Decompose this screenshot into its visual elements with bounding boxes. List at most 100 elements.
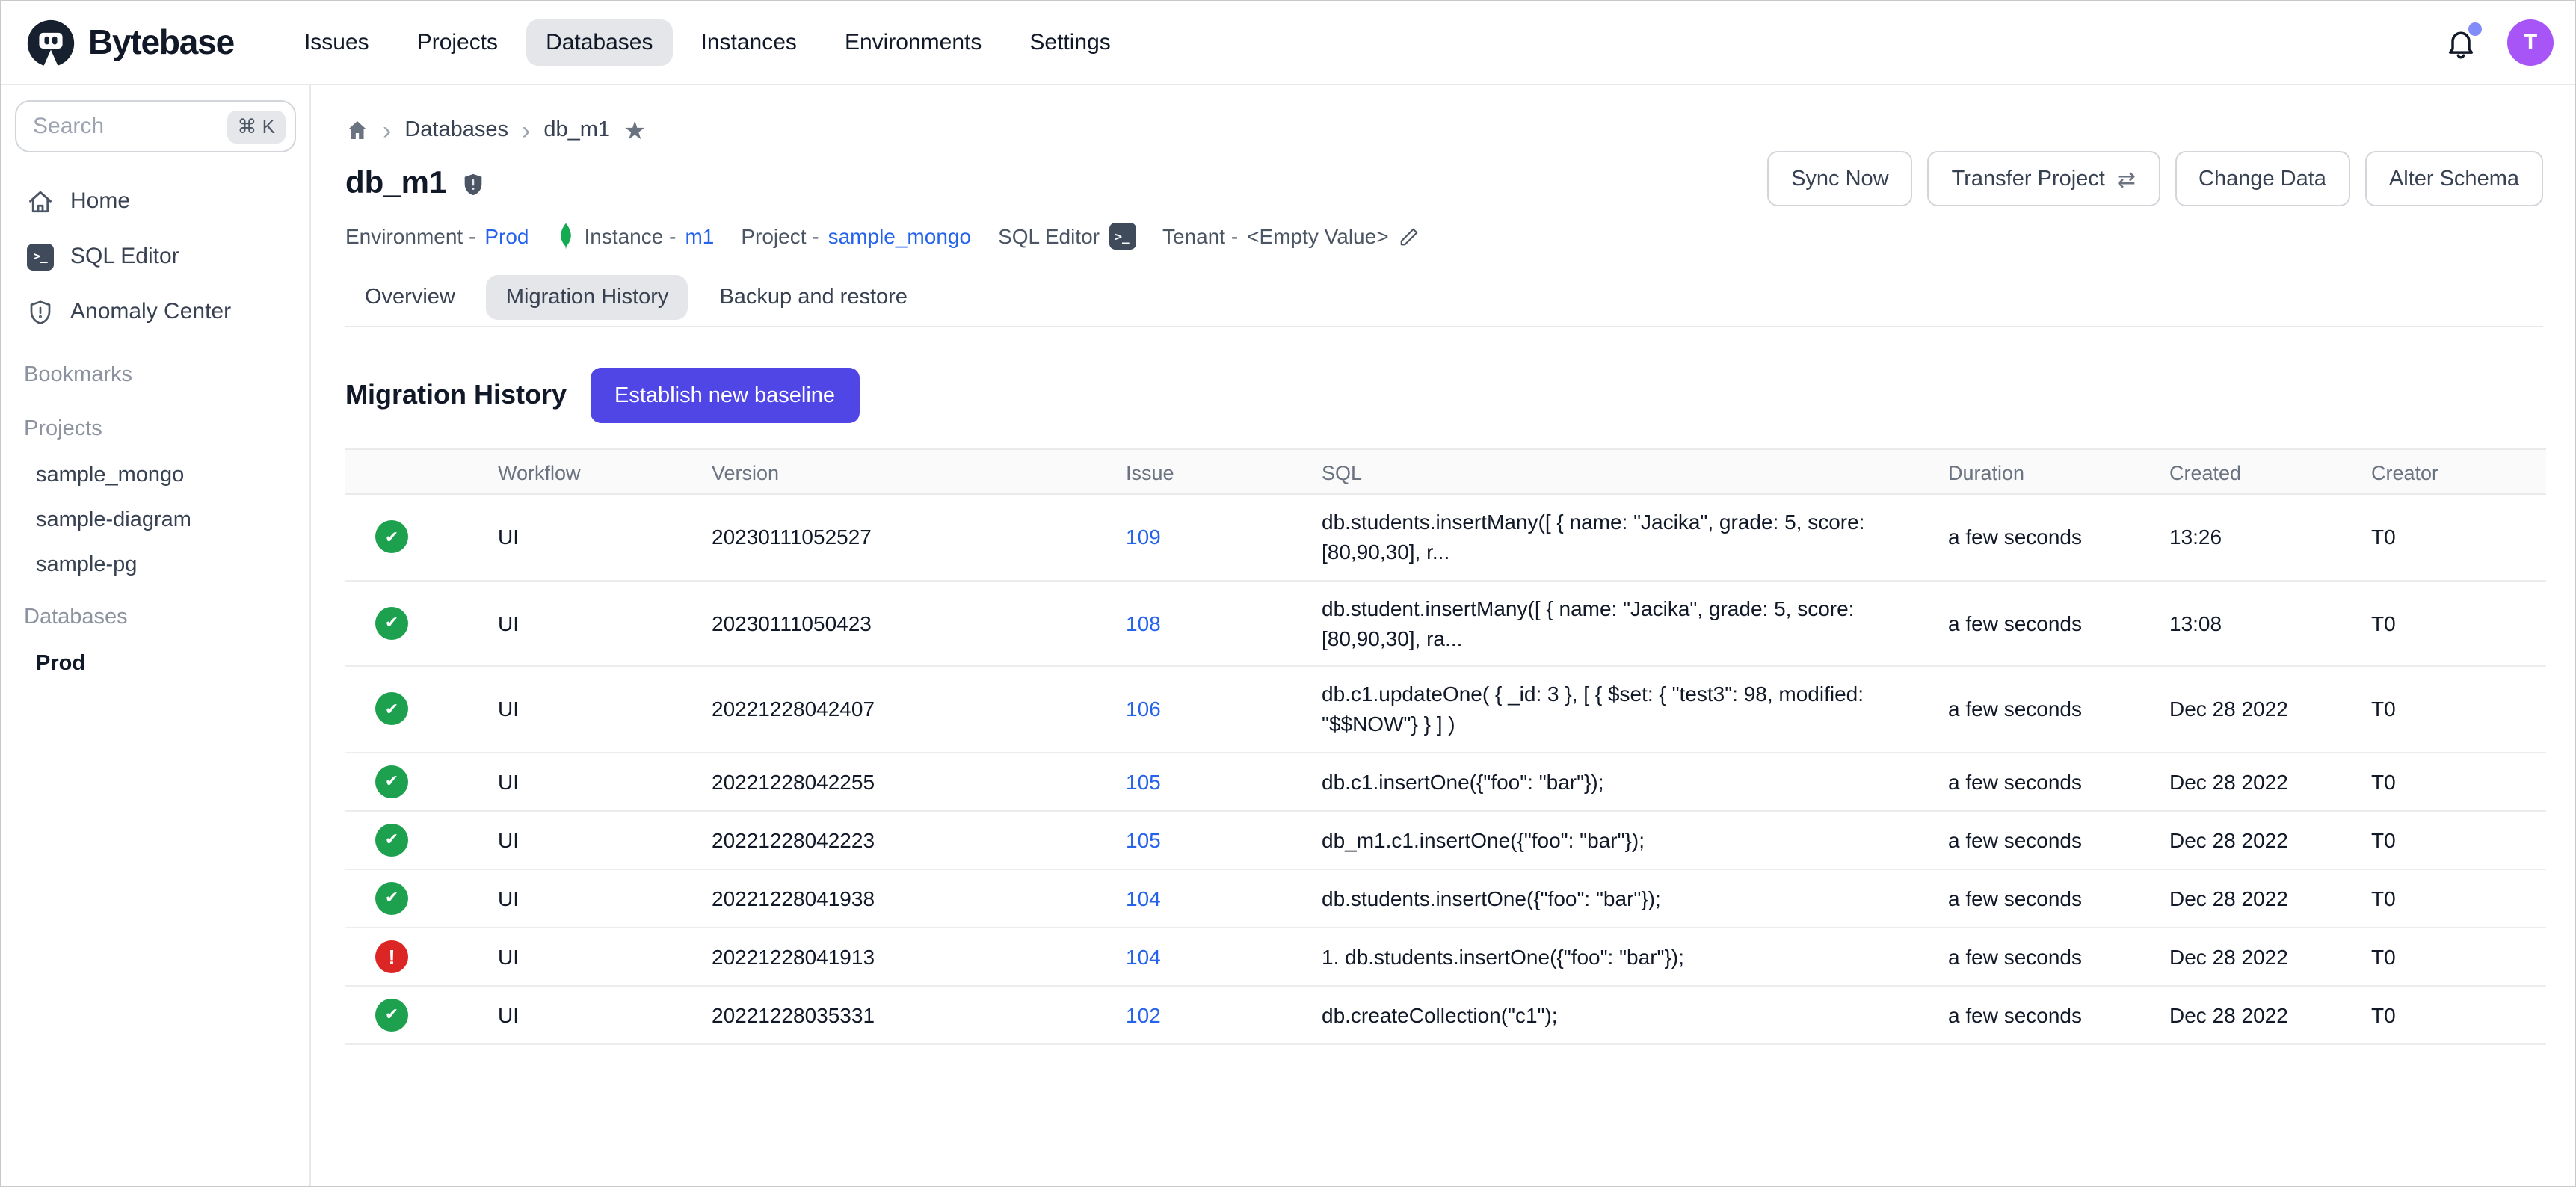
sql-cell: db.c1.insertOne({"foo": "bar"}); [1322,754,1948,809]
creator-cell: T0 [2371,685,2546,733]
issue-link[interactable]: 106 [1126,697,1161,721]
col-issue: Issue [1126,450,1322,496]
edit-pencil-icon[interactable] [1398,225,1420,247]
bytebase-logo-icon [25,17,76,68]
sidebar-list-item[interactable]: sample_mongo [1,453,309,498]
bytebase-app: Bytebase Issues Projects Databases Insta… [0,0,2576,1187]
workflow-cell: UI [498,933,712,981]
tenant-value: <Empty Value> [1247,224,1388,248]
created-cell: Dec 28 2022 [2169,991,2371,1039]
page-actions: Sync Now Transfer Project ⇄ Change Data … [1767,151,2543,206]
table-row[interactable]: UI 20221228042407 106 db.c1.updateOne( {… [345,667,2546,753]
sidebar-sections: Bookmarks Projects sample_mongo sample-d… [1,351,309,686]
nav-item[interactable]: Projects [398,19,517,66]
created-cell: 13:26 [2169,514,2371,561]
page-title: db_m1 [345,166,446,202]
sidebar-list-item[interactable]: sample-diagram [1,498,309,543]
duration-cell: a few seconds [1948,685,2169,733]
table-row[interactable]: UI 20230111050423 108 db.student.insertM… [345,581,2546,667]
created-cell: 13:08 [2169,599,2371,647]
sidebar-list-item[interactable]: Databases [1,594,309,641]
project-link[interactable]: sample_mongo [828,224,971,248]
breadcrumb: › Databases › db_m1 ★ [345,109,2543,151]
table-row[interactable]: UI 20221228041913 104 1. db.students.ins… [345,928,2546,987]
issue-link[interactable]: 104 [1126,945,1161,969]
notification-dot [2468,22,2482,35]
establish-baseline-button[interactable]: Establish new baseline [591,368,859,423]
topbar-right: T [2444,19,2554,66]
sidebar-item-sql-editor[interactable]: >_ SQL Editor [1,229,309,284]
version-cell: 20230111050423 [712,599,1126,647]
notification-bell-icon[interactable] [2444,26,2477,59]
issue-link[interactable]: 108 [1126,611,1161,635]
project-label: Project - [741,224,819,248]
sidebar-item-anomaly-center[interactable]: Anomaly Center [1,284,309,339]
search-input[interactable] [33,114,227,139]
status-icon [375,882,408,915]
sidebar: ⌘ K Home >_ SQL Editor [1,85,311,1186]
avatar[interactable]: T [2507,19,2554,66]
database-meta: Environment - Prod Instance - m1 Project… [345,221,2543,251]
topbar: Bytebase Issues Projects Databases Insta… [1,1,2575,85]
workflow-cell: UI [498,685,712,733]
terminal-icon[interactable]: >_ [1109,223,1136,250]
created-cell: Dec 28 2022 [2169,875,2371,922]
sql-cell: 1. db.students.insertOne({"foo": "bar"})… [1322,929,1948,984]
change-data-button[interactable]: Change Data [2175,151,2350,206]
table-header: Workflow Version Issue SQL Duration Crea… [345,448,2546,495]
duration-cell: a few seconds [1948,599,2169,647]
issue-link[interactable]: 102 [1126,1003,1161,1027]
tab[interactable]: Migration History [487,275,688,320]
duration-cell: a few seconds [1948,875,2169,922]
sidebar-list-item[interactable]: Prod [1,641,309,686]
version-cell: 20221228042407 [712,685,1126,733]
col-workflow: Workflow [498,450,712,496]
sidebar-item-home[interactable]: Home [1,173,309,229]
workflow-cell: UI [498,991,712,1039]
sidebar-list-item[interactable]: Projects [1,405,309,453]
table-body: UI 20230111052527 109 db.students.insert… [345,495,2546,1045]
tab[interactable]: Backup and restore [700,275,927,320]
sidebar-list-item[interactable]: sample-pg [1,543,309,588]
bookmark-star-icon[interactable]: ★ [623,117,647,143]
version-cell: 20221228042255 [712,758,1126,806]
nav-item[interactable]: Instances [682,19,816,66]
nav-item[interactable]: Environments [825,19,1001,66]
creator-cell: T0 [2371,933,2546,981]
table-row[interactable]: UI 20221228042255 105 db.c1.insertOne({"… [345,753,2546,812]
migration-history-table: Workflow Version Issue SQL Duration Crea… [345,448,2546,1045]
sql-cell: db.students.insertOne({"foo": "bar"}); [1322,871,1948,925]
table-row[interactable]: UI 20221228042223 105 db_m1.c1.insertOne… [345,812,2546,870]
search-box[interactable]: ⌘ K [15,100,296,152]
nav-item[interactable]: Settings [1010,19,1130,66]
issue-link[interactable]: 105 [1126,770,1161,794]
workflow-cell: UI [498,875,712,922]
table-row[interactable]: UI 20221228035331 102 db.createCollectio… [345,987,2546,1045]
tab[interactable]: Overview [345,275,475,320]
breadcrumb-home-icon[interactable] [345,118,369,142]
sidebar-list-item[interactable]: Bookmarks [1,351,309,399]
mongodb-leaf-icon [555,221,575,251]
environment-link[interactable]: Prod [484,224,529,248]
version-cell: 20221228041913 [712,933,1126,981]
shield-alert-icon [27,298,54,325]
table-row[interactable]: UI 20221228041938 104 db.students.insert… [345,870,2546,928]
breadcrumb-databases[interactable]: Databases [404,118,508,142]
alter-schema-button[interactable]: Alter Schema [2365,151,2543,206]
workflow-cell: UI [498,816,712,864]
instance-link[interactable]: m1 [685,224,714,248]
table-row[interactable]: UI 20230111052527 109 db.students.insert… [345,495,2546,581]
migration-history-heading: Migration History [345,380,567,411]
brand-logo[interactable]: Bytebase [25,17,234,68]
issue-link[interactable]: 105 [1126,828,1161,852]
issue-link[interactable]: 109 [1126,525,1161,549]
version-cell: 20221228042223 [712,816,1126,864]
transfer-arrows-icon: ⇄ [2117,165,2136,192]
sync-now-button[interactable]: Sync Now [1767,151,1913,206]
chevron-right-icon: › [383,117,391,143]
nav-item[interactable]: Databases [526,19,672,66]
status-icon [375,999,408,1032]
transfer-project-button[interactable]: Transfer Project ⇄ [1928,151,2160,206]
nav-item[interactable]: Issues [285,19,389,66]
issue-link[interactable]: 104 [1126,887,1161,910]
